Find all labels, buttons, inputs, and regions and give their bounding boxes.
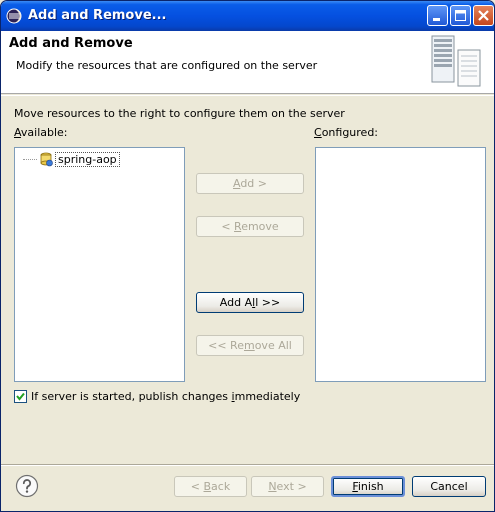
available-label-mnemonic: A — [14, 126, 21, 139]
add-all-button-post: l >> — [255, 296, 281, 309]
remove-all-button-mnemonic: m — [243, 339, 255, 352]
add-all-button[interactable]: Add All >> — [196, 292, 304, 313]
available-label: Available: — [14, 126, 68, 139]
add-all-button-pre: Add A — [219, 296, 253, 309]
window-title: Add and Remove... — [28, 8, 167, 23]
next-button-post: ext > — [276, 480, 307, 493]
web-module-icon — [40, 152, 53, 167]
publish-checkbox[interactable] — [14, 390, 27, 403]
remove-all-button-post: ove All — [254, 339, 292, 352]
publish-checkbox-label[interactable]: If server is started, publish changes im… — [31, 390, 300, 403]
tree-connector — [23, 158, 37, 160]
list-item-label: spring-aop — [55, 151, 120, 167]
list-item[interactable]: spring-aop — [23, 151, 120, 167]
remove-all-button-pre: << Re — [208, 339, 244, 352]
remove-all-button[interactable]: << Remove All — [196, 335, 304, 356]
back-button-mnemonic: B — [203, 480, 212, 493]
minimize-button[interactable] — [427, 5, 448, 26]
close-icon — [478, 10, 489, 21]
help-icon[interactable] — [15, 474, 39, 498]
add-remove-dialog: Add and Remove... Add and Remove Modify … — [0, 0, 495, 512]
header-separator — [1, 95, 494, 96]
available-label-post: vailable: — [20, 126, 68, 139]
header-description: Modify the resources that are configured… — [16, 59, 318, 72]
remove-button-pre: < — [221, 220, 235, 233]
remove-button[interactable]: < Remove — [196, 216, 304, 237]
publish-label-post: mmediately — [234, 390, 301, 403]
next-button[interactable]: Next > — [251, 476, 324, 497]
add-button[interactable]: Add > — [196, 173, 304, 194]
close-button[interactable] — [473, 5, 494, 26]
cancel-button[interactable]: Cancel — [412, 476, 486, 497]
available-list[interactable]: spring-aop — [14, 147, 185, 382]
dialog-header: Add and Remove Modify the resources that… — [1, 31, 494, 94]
back-button[interactable]: < Back — [174, 476, 247, 497]
add-button-post: dd > — [240, 177, 268, 190]
configured-label: Configured: — [314, 126, 378, 139]
maximize-icon — [455, 10, 466, 21]
next-button-mnemonic: N — [268, 480, 277, 493]
finish-button[interactable]: Finish — [331, 476, 405, 497]
instruction-text: Move resources to the right to configure… — [14, 107, 345, 120]
minimize-icon — [433, 18, 440, 21]
publish-label-pre: If server is started, publish changes — [31, 390, 232, 403]
configured-label-post: onfigured: — [321, 126, 379, 139]
configured-label-mnemonic: C — [314, 126, 322, 139]
title-bar[interactable]: Add and Remove... — [1, 1, 494, 31]
maximize-button[interactable] — [450, 5, 471, 26]
remove-button-post: emove — [241, 220, 279, 233]
checkmark-icon — [16, 392, 25, 401]
server-icon — [431, 35, 481, 87]
eclipse-icon — [6, 8, 22, 24]
header-title: Add and Remove — [9, 36, 133, 51]
back-button-pre: < — [190, 480, 204, 493]
configured-list[interactable] — [315, 147, 486, 382]
footer-separator-highlight — [1, 465, 494, 466]
back-button-post: ack — [211, 480, 231, 493]
finish-button-post: inish — [357, 480, 384, 493]
